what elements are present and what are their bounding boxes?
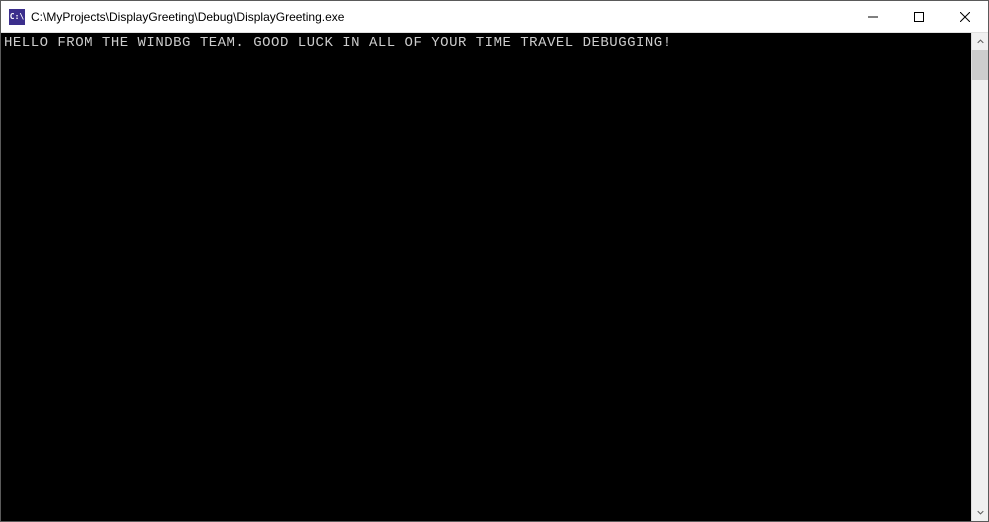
window-controls: [850, 1, 988, 32]
app-icon: C:\: [9, 9, 25, 25]
minimize-button[interactable]: [850, 1, 896, 32]
titlebar[interactable]: C:\ C:\MyProjects\DisplayGreeting\Debug\…: [1, 1, 988, 33]
app-icon-label: C:\: [10, 12, 24, 21]
maximize-button[interactable]: [896, 1, 942, 32]
vertical-scrollbar[interactable]: [971, 33, 988, 521]
scroll-thumb[interactable]: [972, 50, 988, 80]
minimize-icon: [868, 12, 878, 22]
maximize-icon: [914, 12, 924, 22]
close-button[interactable]: [942, 1, 988, 32]
scroll-up-button[interactable]: [972, 33, 988, 50]
close-icon: [960, 12, 970, 22]
scroll-down-button[interactable]: [972, 504, 988, 521]
chevron-down-icon: [977, 509, 984, 516]
scroll-track[interactable]: [972, 50, 988, 504]
console-output[interactable]: HELLO FROM THE WINDBG TEAM. GOOD LUCK IN…: [1, 33, 971, 521]
content-area: HELLO FROM THE WINDBG TEAM. GOOD LUCK IN…: [1, 33, 988, 521]
console-window: C:\ C:\MyProjects\DisplayGreeting\Debug\…: [0, 0, 989, 522]
window-title: C:\MyProjects\DisplayGreeting\Debug\Disp…: [31, 10, 850, 24]
chevron-up-icon: [977, 38, 984, 45]
